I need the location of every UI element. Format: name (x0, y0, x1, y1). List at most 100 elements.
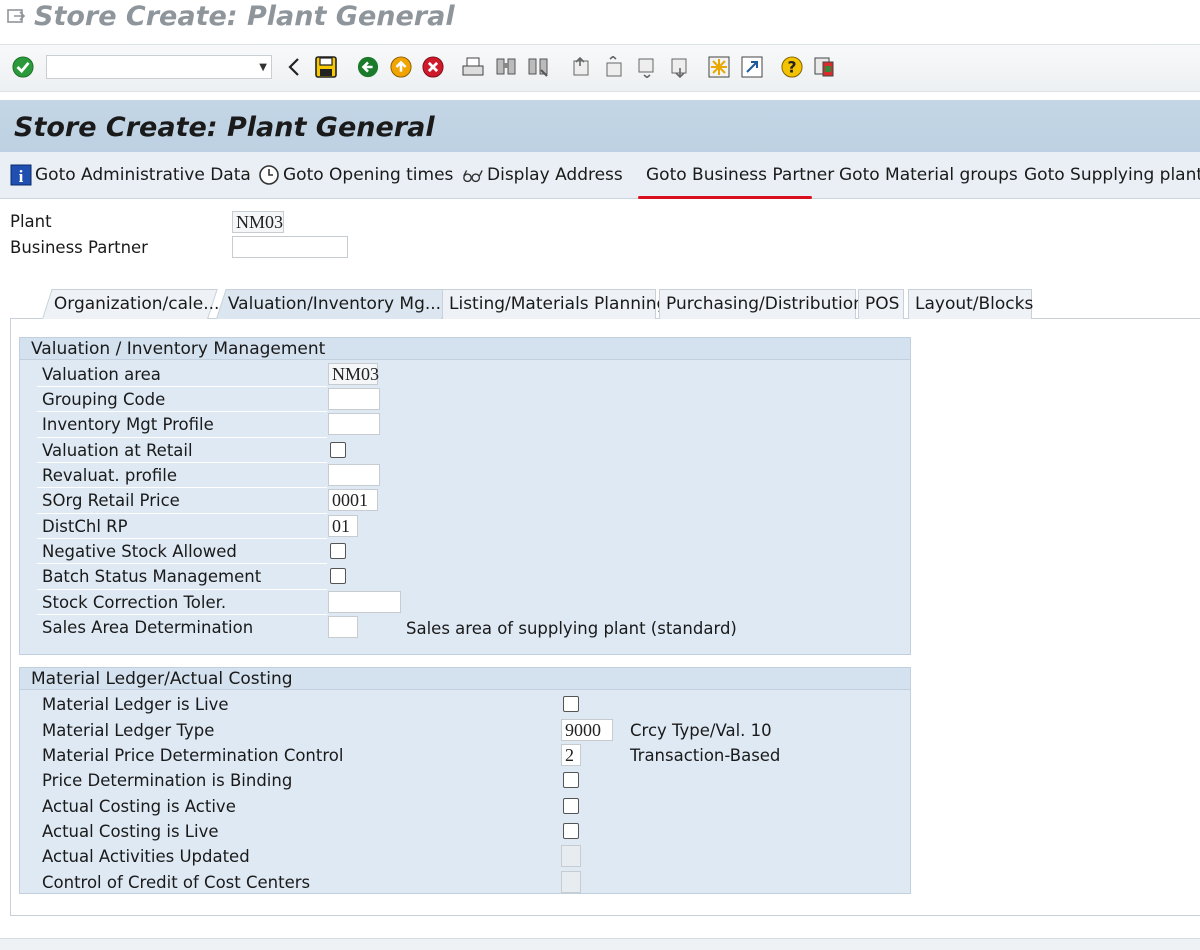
tab-purchasing-distribution-label: Purchasing/Distribution (666, 294, 864, 314)
actual-activities-updated-label: Actual Activities Updated (42, 847, 250, 866)
exit-icon[interactable] (390, 55, 412, 79)
back-icon[interactable] (357, 55, 379, 79)
sorg-retail-price-field[interactable]: 0001 (328, 489, 378, 511)
status-bar (0, 938, 1200, 950)
actual-costing-live-label: Actual Costing is Live (42, 822, 219, 841)
revaluat-profile-field[interactable] (328, 464, 380, 486)
tab-pos[interactable]: POS (858, 289, 904, 319)
negative-stock-allowed-checkbox[interactable] (330, 543, 346, 559)
valuation-at-retail-checkbox[interactable] (330, 442, 346, 458)
goto-supplying-plants-label: Goto Supplying plants (1024, 165, 1200, 185)
row-separator (37, 563, 327, 564)
distchl-rp-field[interactable]: 01 (328, 515, 358, 537)
next-page-icon[interactable] (636, 55, 658, 79)
tab-valuation-inventory[interactable]: Valuation/Inventory Mg... (216, 289, 452, 319)
goto-opening-times-button[interactable]: Goto Opening times (258, 164, 453, 186)
tab-pos-label: POS (865, 294, 900, 314)
create-session-icon[interactable] (708, 55, 730, 79)
command-field[interactable]: ▼ (46, 55, 272, 79)
grouping-code-field[interactable] (328, 388, 380, 410)
customize-layout-icon[interactable] (813, 55, 835, 79)
tab-listing-materials-planning[interactable]: Listing/Materials Planning (442, 289, 667, 319)
valuation-area-field[interactable]: NM03 (328, 363, 379, 385)
actual-costing-active-label: Actual Costing is Active (42, 797, 236, 816)
help-icon[interactable]: ? (781, 55, 803, 79)
material-ledger-is-live-label: Material Ledger is Live (42, 695, 229, 714)
plant-label: Plant (10, 212, 52, 231)
material-ledger-is-live-checkbox[interactable] (563, 696, 579, 712)
business-partner-field[interactable] (232, 236, 348, 258)
inventory-mgt-profile-label: Inventory Mgt Profile (42, 415, 214, 434)
goto-business-partner-button[interactable]: Goto Business Partner (646, 164, 834, 186)
last-page-icon[interactable] (669, 55, 691, 79)
previous-page-icon[interactable] (602, 55, 624, 79)
window-title-bar: Store Create: Plant General (0, 0, 1200, 42)
find-next-icon[interactable] (527, 55, 549, 79)
display-address-button[interactable]: Display Address (462, 164, 623, 186)
goto-opening-times-label: Goto Opening times (283, 165, 454, 185)
price-determination-control-field[interactable]: 2 (561, 744, 581, 766)
system-toolbar: ▼ ? (0, 44, 1200, 92)
tab-organization-label: Organization/cale... (53, 294, 220, 314)
row-separator (37, 462, 327, 463)
price-determination-control-description: Transaction-Based (630, 746, 781, 765)
batch-status-management-checkbox[interactable] (330, 568, 346, 584)
batch-status-management-label: Batch Status Management (42, 567, 262, 586)
goto-material-groups-button[interactable]: Goto Material groups (839, 164, 1018, 186)
tab-purchasing-distribution[interactable]: Purchasing/Distribution (659, 289, 864, 319)
display-address-label: Display Address (487, 165, 623, 185)
cancel-icon[interactable] (422, 55, 444, 79)
row-separator (37, 614, 327, 615)
row-separator (37, 411, 327, 412)
revaluat-profile-label: Revaluat. profile (42, 466, 177, 485)
goto-administrative-data-button[interactable]: i Goto Administrative Data (10, 164, 251, 186)
control-credit-cost-centers-label: Control of Credit of Cost Centers (42, 873, 311, 892)
row-separator (37, 513, 327, 514)
row-separator (37, 386, 327, 387)
tab-listing-materials-planning-label: Listing/Materials Planning (449, 294, 668, 314)
tab-layout-blocks[interactable]: Layout/Blocks (908, 289, 1034, 319)
row-separator (37, 437, 327, 438)
first-page-icon[interactable] (569, 55, 591, 79)
print-icon[interactable] (462, 55, 484, 79)
business-partner-label: Business Partner (10, 238, 148, 257)
inventory-mgt-profile-field[interactable] (328, 413, 380, 435)
material-ledger-type-description: Crcy Type/Val. 10 (630, 721, 772, 740)
sales-area-determination-description: Sales area of supplying plant (standard) (406, 619, 737, 638)
glasses-icon (462, 164, 484, 186)
svg-text:i: i (19, 167, 24, 186)
sorg-retail-price-label: SOrg Retail Price (42, 491, 180, 510)
shortcut-icon[interactable] (741, 55, 763, 79)
price-determination-binding-label: Price Determination is Binding (42, 771, 293, 790)
goto-supplying-plants-button[interactable]: Goto Supplying plants (1024, 164, 1200, 186)
actual-costing-active-checkbox[interactable] (563, 798, 579, 814)
goto-administrative-data-label: Goto Administrative Data (35, 165, 251, 185)
grouping-code-label: Grouping Code (42, 390, 166, 409)
stock-correction-toler-field[interactable] (328, 591, 401, 613)
price-determination-binding-checkbox[interactable] (563, 772, 579, 788)
stock-correction-toler-label: Stock Correction Toler. (42, 593, 227, 612)
row-separator (37, 589, 327, 590)
save-icon[interactable] (315, 55, 337, 79)
row-separator (37, 487, 327, 488)
find-icon[interactable] (495, 55, 517, 79)
window-title: Store Create: Plant General (34, 1, 455, 32)
actual-activities-updated-field (561, 845, 581, 867)
enter-icon[interactable] (12, 55, 34, 79)
back-arrow-icon[interactable] (283, 55, 305, 79)
actual-costing-live-checkbox[interactable] (563, 823, 579, 839)
highlight-underline (638, 196, 812, 199)
plant-field[interactable]: NM03 (232, 211, 284, 233)
row-separator (37, 538, 327, 539)
control-credit-cost-centers-field (561, 871, 581, 893)
material-ledger-group-title: Material Ledger/Actual Costing (20, 668, 910, 690)
tab-organization[interactable]: Organization/cale... (42, 289, 220, 319)
sales-area-determination-field[interactable] (328, 616, 358, 638)
material-ledger-type-field[interactable]: 9000 (561, 719, 613, 741)
window-menu-icon[interactable] (6, 6, 26, 26)
chevron-down-icon[interactable]: ▼ (259, 62, 267, 73)
tab-layout-blocks-label: Layout/Blocks (915, 294, 1034, 314)
material-ledger-type-label: Material Ledger Type (42, 721, 215, 740)
clock-icon (258, 164, 280, 186)
valuation-area-label: Valuation area (42, 365, 161, 384)
